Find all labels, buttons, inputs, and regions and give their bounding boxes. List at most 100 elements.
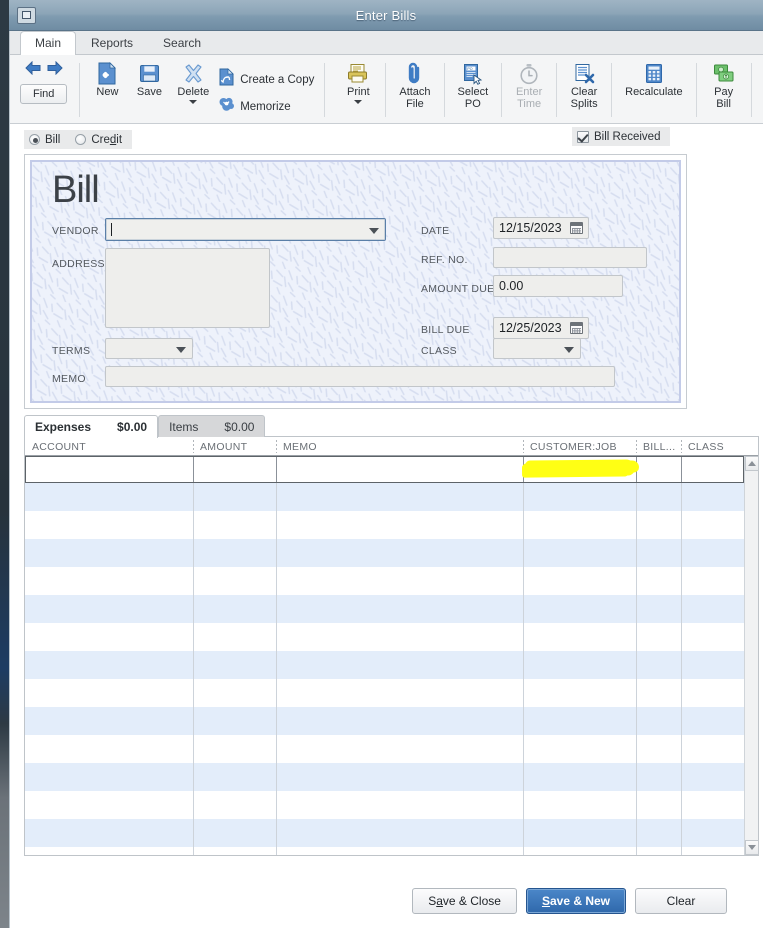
chevron-down-icon[interactable]: [564, 346, 574, 353]
address-input[interactable]: [105, 248, 270, 328]
table-row[interactable]: [25, 651, 744, 679]
table-row[interactable]: [25, 595, 744, 623]
recalculate-button[interactable]: Recalculate: [618, 57, 689, 123]
grid-header-row: ACCOUNT AMOUNT MEMO CUSTOMER:JOB BILL...…: [25, 437, 758, 456]
table-row[interactable]: [25, 847, 744, 855]
cell-divider: [276, 623, 277, 651]
column-header-class[interactable]: CLASS: [681, 437, 724, 456]
tab-main[interactable]: Main: [20, 31, 77, 55]
memorize-button[interactable]: Memorize: [218, 96, 314, 118]
cell-divider: [193, 539, 194, 567]
table-row[interactable]: [25, 539, 744, 567]
restore-icon[interactable]: [17, 6, 36, 24]
bill-received-label: Bill Received: [594, 130, 661, 143]
delete-button[interactable]: Delete: [170, 57, 216, 123]
table-row[interactable]: [25, 707, 744, 735]
window-titlebar: Enter Bills: [9, 0, 763, 31]
print-button[interactable]: Print: [337, 57, 379, 123]
terms-dropdown[interactable]: [105, 338, 193, 359]
cell-divider: [636, 595, 637, 623]
chevron-down-icon[interactable]: [176, 346, 186, 353]
bill-due-input[interactable]: 12/25/2023: [493, 317, 589, 339]
cell-divider: [681, 763, 682, 791]
cell-divider: [523, 483, 524, 511]
pay-bill-button[interactable]: Pay Bill: [703, 57, 745, 123]
cell-divider: [193, 735, 194, 763]
bill-form-container: Bill VENDOR ADDRESS TERMS MEMO DATE 12/1…: [24, 154, 687, 409]
bill-received-checkbox[interactable]: Bill Received: [572, 127, 671, 146]
edit-group: New Save Delete Create a Copy Memorize: [86, 57, 318, 123]
select-po-button[interactable]: PO Select PO: [451, 57, 496, 123]
table-row[interactable]: [25, 623, 744, 651]
clear-button[interactable]: Clear: [635, 888, 727, 914]
tab-expenses[interactable]: Expenses $0.00: [24, 415, 159, 438]
ref-no-input[interactable]: [493, 247, 647, 268]
attach-file-button[interactable]: Attach File: [392, 57, 437, 123]
find-button[interactable]: Find: [20, 84, 68, 104]
memo-input[interactable]: [105, 366, 615, 387]
copy-icon: [218, 68, 235, 91]
table-row[interactable]: [25, 735, 744, 763]
column-header-customer-job[interactable]: CUSTOMER:JOB: [523, 437, 617, 456]
chevron-down-icon[interactable]: [354, 100, 363, 104]
nav-arrows: [24, 60, 63, 80]
chevron-down-icon[interactable]: [189, 100, 198, 104]
arrow-left-icon[interactable]: [24, 60, 41, 80]
table-row[interactable]: [25, 483, 744, 511]
save-button[interactable]: Save: [128, 57, 170, 123]
cell-divider: [681, 847, 682, 855]
cell-divider: [636, 791, 637, 819]
calendar-icon[interactable]: [570, 222, 583, 234]
class-dropdown[interactable]: [493, 338, 581, 359]
table-row[interactable]: [25, 819, 744, 847]
column-header-billable[interactable]: BILL...: [636, 437, 675, 456]
table-row[interactable]: [25, 791, 744, 819]
table-row[interactable]: [25, 567, 744, 595]
cell-divider: [636, 847, 637, 855]
cell-divider: [636, 707, 637, 735]
column-header-memo[interactable]: MEMO: [276, 437, 317, 456]
new-button[interactable]: New: [86, 57, 128, 123]
cell-divider: [276, 763, 277, 791]
grid-vertical-scrollbar[interactable]: [744, 456, 759, 855]
cell-divider: [523, 595, 524, 623]
memorize-icon: [218, 96, 235, 118]
text-cursor: [111, 223, 112, 236]
tab-items[interactable]: Items $0.00: [158, 415, 266, 437]
radio-bill[interactable]: Bill: [24, 130, 71, 149]
bill-due-label: BILL DUE: [421, 324, 470, 336]
cell-divider: [193, 791, 194, 819]
clear-splits-icon: [574, 61, 595, 86]
column-header-amount[interactable]: AMOUNT: [193, 437, 247, 456]
calendar-icon[interactable]: [570, 322, 583, 334]
scroll-down-arrow-icon[interactable]: [745, 840, 759, 855]
create-a-copy-button[interactable]: Create a Copy: [218, 68, 314, 91]
save-and-close-button[interactable]: Save & Close: [412, 888, 517, 914]
amount-due-input[interactable]: 0.00: [493, 275, 623, 297]
table-row[interactable]: [25, 679, 744, 707]
cell-divider: [276, 651, 277, 679]
toolbar-divider: [611, 63, 613, 117]
column-header-account[interactable]: ACCOUNT: [25, 437, 86, 456]
svg-text:PO: PO: [467, 67, 472, 71]
cell-divider: [193, 819, 194, 847]
pay-bill-money-icon: [713, 61, 735, 86]
table-row[interactable]: [25, 763, 744, 791]
table-row[interactable]: [25, 456, 744, 483]
cell-divider: [681, 791, 682, 819]
save-and-new-button[interactable]: Save & New: [525, 888, 626, 914]
vendor-input[interactable]: [105, 218, 386, 241]
date-input[interactable]: 12/15/2023: [493, 217, 589, 239]
table-row[interactable]: [25, 511, 744, 539]
scroll-up-arrow-icon[interactable]: [745, 456, 759, 471]
cell-divider: [681, 623, 682, 651]
clear-splits-button[interactable]: Clear Splits: [563, 57, 605, 123]
chevron-down-icon[interactable]: [369, 227, 379, 234]
delete-x-icon: [183, 61, 204, 86]
tab-reports[interactable]: Reports: [76, 31, 148, 54]
cell-divider: [681, 457, 682, 482]
tab-search[interactable]: Search: [148, 31, 216, 54]
radio-credit[interactable]: Credit: [70, 130, 133, 149]
arrow-right-icon[interactable]: [47, 60, 63, 80]
cell-divider: [523, 511, 524, 539]
